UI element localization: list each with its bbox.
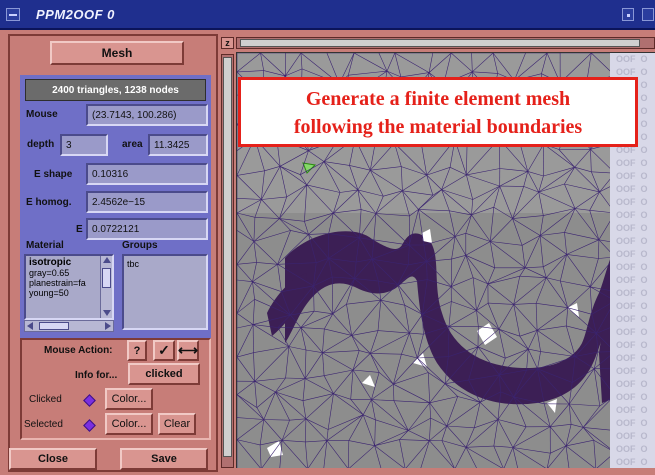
scroll-left-icon[interactable] <box>27 322 33 330</box>
selected-label: Selected <box>24 419 63 430</box>
annotation-callout: Generate a finite element mesh following… <box>238 77 638 147</box>
scroll-down-icon[interactable] <box>102 309 112 318</box>
groups-list[interactable]: tbc <box>122 254 208 330</box>
scroll-right-icon[interactable] <box>105 322 111 330</box>
list-item[interactable]: gray=0.65 <box>29 268 109 278</box>
clicked-label: Clicked <box>29 394 62 405</box>
zoom-button[interactable]: z <box>221 37 234 49</box>
window-menu-icon[interactable] <box>6 8 20 21</box>
close-button[interactable]: Close <box>9 448 97 470</box>
mesh-button[interactable]: Mesh <box>50 41 184 65</box>
depth-label: depth <box>27 139 55 150</box>
material-vertical-scrollbar[interactable] <box>100 256 112 318</box>
scroll-thumb[interactable] <box>240 39 640 47</box>
list-item[interactable]: young=50 <box>29 288 109 298</box>
callout-line-2: following the material boundaries <box>293 116 583 138</box>
material-horizontal-scrollbar[interactable] <box>24 320 114 332</box>
area-label: area <box>122 139 143 150</box>
scroll-up-icon[interactable] <box>102 256 112 265</box>
mesh-stats: 2400 triangles, 1238 nodes <box>25 79 206 101</box>
depth-field: 3 <box>60 134 108 156</box>
e-shape-label: E shape <box>34 169 73 180</box>
info-for-label: Info for... <box>75 370 118 381</box>
callout-line-1: Generate a finite element mesh <box>305 88 571 110</box>
check-button[interactable]: ✓ <box>153 340 175 361</box>
list-item[interactable]: planestrain=fa <box>29 278 109 288</box>
clear-button[interactable]: Clear <box>158 413 196 435</box>
e-homog-label: E homog. <box>26 197 72 208</box>
selected-color-button[interactable]: Color... <box>105 413 153 435</box>
e-shape-field: 0.10316 <box>86 163 208 185</box>
material-label: Material <box>26 240 64 251</box>
scroll-thumb[interactable] <box>223 57 232 457</box>
help-button[interactable]: ? <box>127 340 147 361</box>
info-for-menu[interactable]: clicked <box>128 363 200 385</box>
horizontal-scrollbar[interactable] <box>236 37 655 49</box>
e-label: E <box>76 224 83 235</box>
maximize-icon[interactable] <box>642 8 654 21</box>
list-item[interactable]: isotropic <box>29 258 109 268</box>
e-field: 0.0722121 <box>86 218 208 240</box>
minimize-icon[interactable] <box>622 8 634 21</box>
e-homog-field: 2.4562e−15 <box>86 191 208 213</box>
mouse-label: Mouse <box>26 109 58 120</box>
move-button[interactable]: ⟷ <box>177 340 199 361</box>
list-item[interactable]: tbc <box>127 259 203 269</box>
scroll-thumb[interactable] <box>39 322 69 330</box>
vertical-scrollbar[interactable] <box>221 54 234 468</box>
mouse-action-label: Mouse Action: <box>44 345 113 356</box>
groups-label: Groups <box>122 240 158 251</box>
scroll-thumb[interactable] <box>102 268 111 288</box>
save-button[interactable]: Save <box>120 448 208 470</box>
mouse-field: (23.7143, 100.286) <box>86 104 208 126</box>
title-bar: PPM2OOF 0 <box>0 0 655 30</box>
area-field: 11.3425 <box>148 134 208 156</box>
clicked-color-button[interactable]: Color... <box>105 388 153 410</box>
window-title: PPM2OOF 0 <box>36 7 115 22</box>
